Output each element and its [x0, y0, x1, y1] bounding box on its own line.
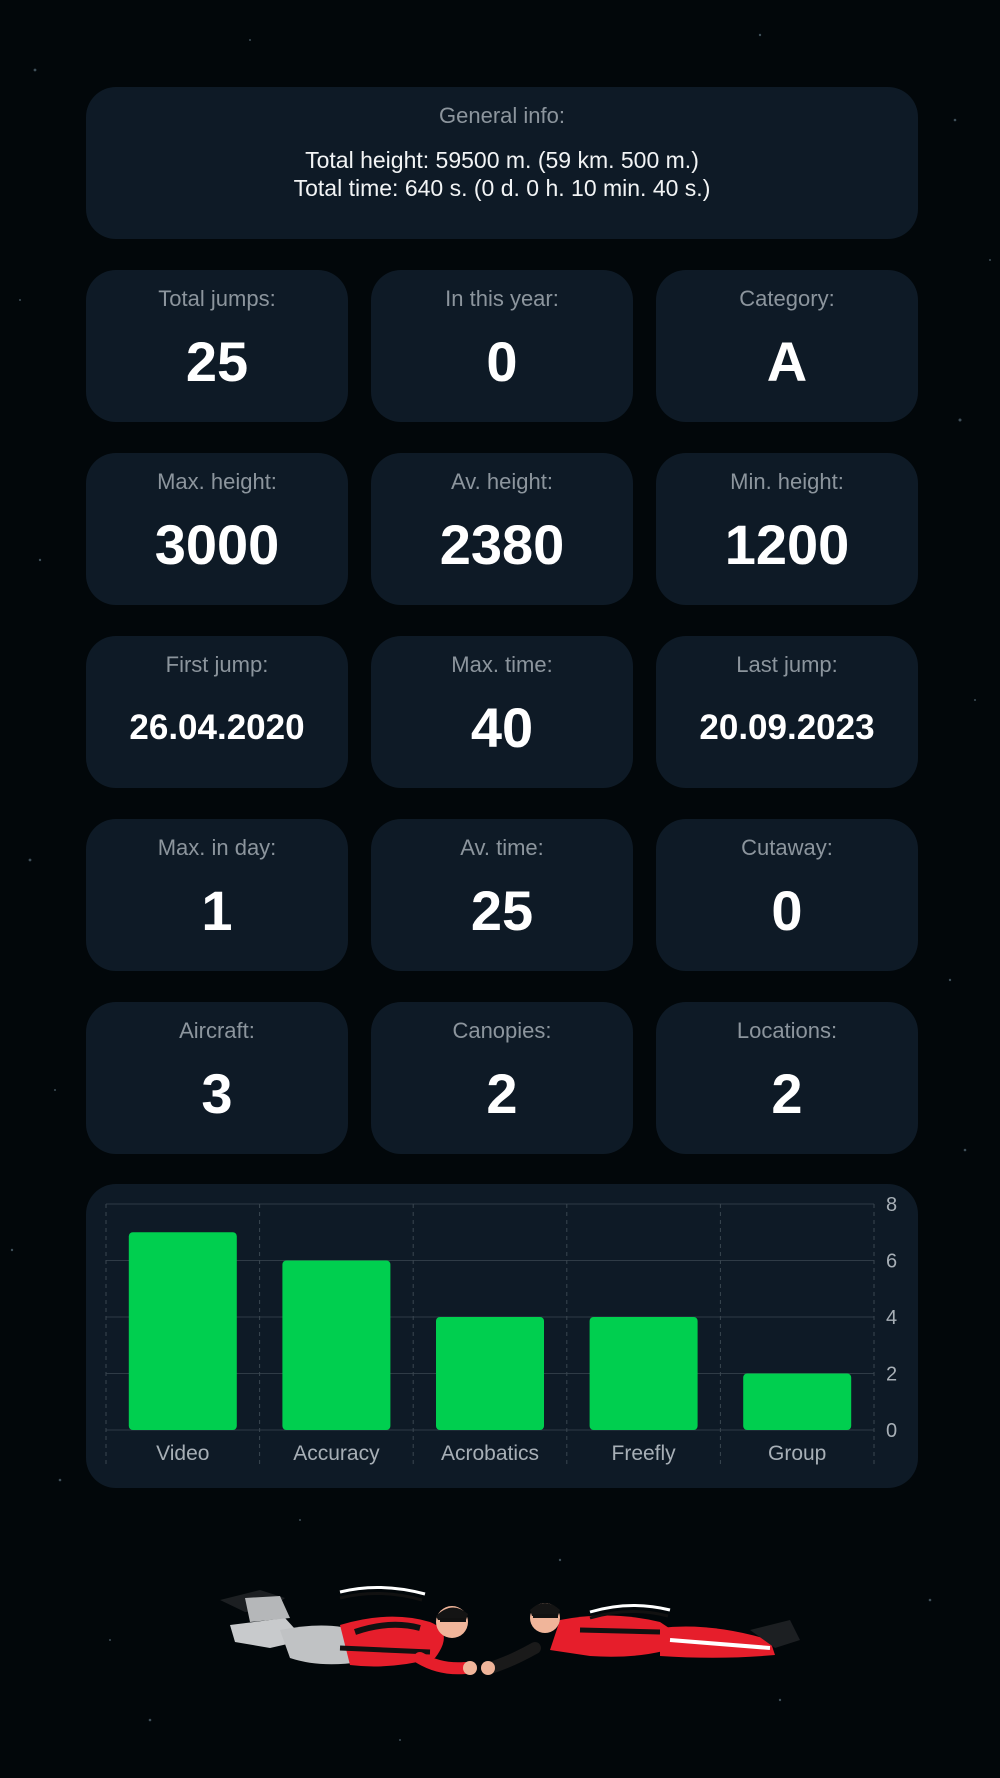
stat-card-total-jumps: Total jumps: 25	[86, 270, 348, 422]
stat-label: Av. time:	[460, 835, 544, 860]
general-info-card: General info: Total height: 59500 m. (59…	[86, 87, 918, 239]
stat-card-aircraft: Aircraft: 3	[86, 1002, 348, 1154]
bar-freefly	[589, 1317, 698, 1430]
stat-label: Max. in day:	[157, 835, 277, 860]
general-info-title: General info:	[439, 103, 565, 128]
stat-value: 1	[201, 879, 233, 942]
y-tick-label: 4	[886, 1307, 897, 1329]
jump-types-chart-card: 0 2 4 6 8 Video Accuracy Acrobatics Freefly Group	[86, 1184, 918, 1488]
stat-label: Locations:	[736, 1018, 838, 1043]
stat-label: Last jump:	[736, 652, 838, 677]
stat-label: Max. height:	[157, 469, 277, 494]
stat-label: Min. height:	[730, 469, 844, 494]
stat-card-av-height: Av. height: 2380	[371, 453, 633, 605]
stat-value: 20.09.2023	[699, 708, 875, 747]
total-height-text: Total height: 59500 m. (59 km. 500 m.)	[305, 147, 699, 173]
bar-accuracy	[282, 1260, 391, 1430]
skydivers-illustration	[220, 1586, 800, 1675]
stat-card-last-jump: Last jump: 20.09.2023	[656, 636, 918, 788]
stat-label: Category:	[739, 286, 835, 311]
stat-label: Canopies:	[452, 1018, 552, 1043]
stat-value: 2	[486, 1062, 518, 1125]
stat-label: Av. height:	[451, 469, 553, 494]
stat-label: Aircraft:	[179, 1018, 255, 1043]
stat-value: 26.04.2020	[129, 708, 305, 747]
bar-video	[128, 1232, 237, 1430]
x-tick-label: Acrobatics	[441, 1442, 539, 1465]
stat-value: 0	[771, 879, 803, 942]
stat-value: 2380	[439, 513, 565, 576]
total-time-text: Total time: 640 s. (0 d. 0 h. 10 min. 40…	[293, 175, 711, 201]
stat-card-canopies: Canopies: 2	[371, 1002, 633, 1154]
stat-value: 25	[470, 879, 534, 942]
stat-label: In this year:	[445, 286, 559, 311]
stat-card-max-time: Max. time: 40	[371, 636, 633, 788]
stat-label: First jump:	[165, 652, 269, 677]
stat-card-first-jump: First jump: 26.04.2020	[86, 636, 348, 788]
stat-value: 40	[470, 696, 534, 759]
stat-value: 3	[201, 1062, 233, 1125]
skydiver-right-figure	[481, 1603, 800, 1675]
skydiver-left-figure	[220, 1586, 477, 1675]
stat-label: Cutaway:	[741, 835, 833, 860]
x-tick-label: Video	[156, 1442, 209, 1465]
y-tick-label: 2	[886, 1364, 897, 1386]
stat-value: 25	[185, 330, 249, 393]
x-tick-label: Accuracy	[293, 1442, 380, 1465]
stat-card-cutaway: Cutaway: 0	[656, 819, 918, 971]
stat-value: 3000	[154, 513, 280, 576]
x-tick-label: Group	[768, 1442, 826, 1465]
stat-card-in-this-year: In this year: 0	[371, 270, 633, 422]
x-tick-label: Freefly	[612, 1442, 677, 1465]
stat-label: Total jumps:	[158, 286, 276, 311]
y-tick-label: 8	[886, 1194, 897, 1216]
stat-value: A	[766, 330, 808, 393]
bar-acrobatics	[436, 1317, 544, 1430]
stat-value: 1200	[724, 513, 850, 576]
jump-types-bar-chart: 0 2 4 6 8 Video Accuracy Acrobatics Freefly Group	[105, 1194, 897, 1466]
y-tick-label: 6	[886, 1251, 897, 1273]
stat-card-av-time: Av. time: 25	[371, 819, 633, 971]
stat-card-min-height: Min. height: 1200	[656, 453, 918, 605]
stat-card-max-height: Max. height: 3000	[86, 453, 348, 605]
stat-card-max-in-day: Max. in day: 1	[86, 819, 348, 971]
stat-label: Max. time:	[451, 652, 553, 677]
stat-card-category: Category: A	[656, 270, 918, 422]
stat-card-locations: Locations: 2	[656, 1002, 918, 1154]
y-tick-label: 0	[886, 1420, 897, 1442]
bar-group	[743, 1373, 852, 1430]
stat-value: 0	[486, 330, 518, 393]
stat-value: 2	[771, 1062, 803, 1125]
